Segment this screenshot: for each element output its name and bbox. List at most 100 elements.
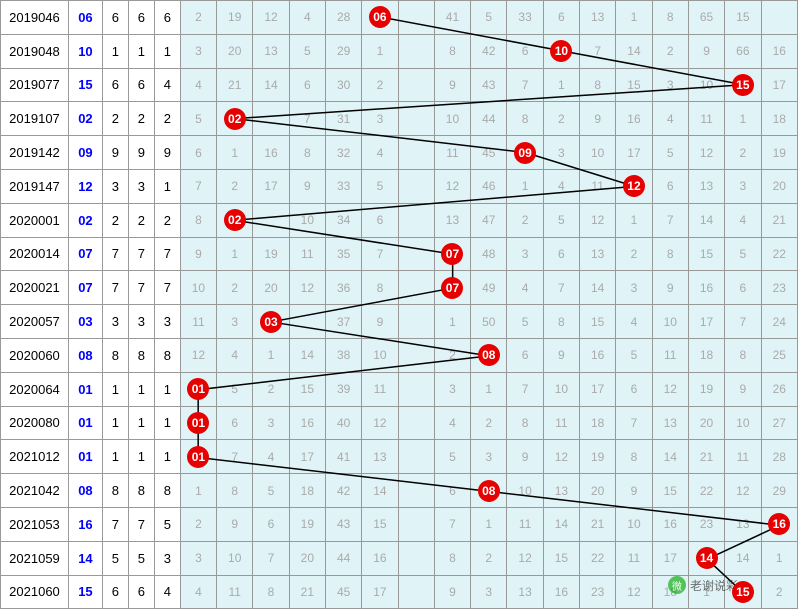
period-cell: 2019147 <box>1 169 69 203</box>
grid-cell: 15 <box>543 541 579 575</box>
grid-cell: 2 <box>616 237 652 271</box>
hit-ball: 03 <box>253 305 289 339</box>
period-cell: 2019048 <box>1 34 69 68</box>
grid-cell: 12 <box>725 474 761 508</box>
grid-cell: 43 <box>471 68 507 102</box>
grid-cell: 11 <box>616 541 652 575</box>
grid-cell: 15 <box>580 305 616 339</box>
stat-cell: 6 <box>102 575 128 609</box>
grid-cell: 26 <box>761 372 798 406</box>
main-number-cell: 02 <box>68 203 102 237</box>
table-row: 202105914553310720441682121522111714141 <box>1 541 798 575</box>
grid-cell: 16 <box>580 338 616 372</box>
table-row: 20200570333311303379150581541017724 <box>1 305 798 339</box>
grid-cell: 3 <box>616 271 652 305</box>
stat-cell: 1 <box>102 34 128 68</box>
main-number-cell: 16 <box>68 507 102 541</box>
grid-cell: 5 <box>180 102 216 136</box>
grid-cell: 20 <box>217 34 253 68</box>
stat-cell: 2 <box>154 203 180 237</box>
grid-cell: 13 <box>580 237 616 271</box>
table-row: 201914712331721793351246141112613320 <box>1 169 798 203</box>
grid-cell: 43 <box>325 507 361 541</box>
stat-cell: 4 <box>154 68 180 102</box>
period-cell: 2021059 <box>1 541 69 575</box>
hit-ball: 10 <box>543 34 579 68</box>
grid-cell: 12 <box>434 169 470 203</box>
grid-cell: 14 <box>725 541 761 575</box>
grid-cell <box>398 1 434 35</box>
grid-cell: 20 <box>688 406 724 440</box>
stat-cell: 1 <box>128 440 154 474</box>
grid-cell: 11 <box>180 305 216 339</box>
stat-cell: 8 <box>128 338 154 372</box>
grid-cell: 14 <box>253 68 289 102</box>
grid-cell: 8 <box>652 237 688 271</box>
stat-cell: 6 <box>154 1 180 35</box>
main-number-cell: 12 <box>68 169 102 203</box>
grid-cell: 41 <box>434 1 470 35</box>
stat-cell: 4 <box>154 575 180 609</box>
stat-cell: 9 <box>128 136 154 170</box>
grid-cell <box>761 1 798 35</box>
grid-cell: 33 <box>325 169 361 203</box>
period-cell: 2021053 <box>1 507 69 541</box>
grid-cell: 20 <box>253 271 289 305</box>
stat-cell: 2 <box>128 203 154 237</box>
hit-ball: 14 <box>688 541 724 575</box>
hit-ball: 08 <box>471 338 507 372</box>
grid-cell: 30 <box>325 68 361 102</box>
stat-cell: 1 <box>102 440 128 474</box>
stat-cell: 5 <box>154 507 180 541</box>
period-cell: 2020057 <box>1 305 69 339</box>
grid-cell: 8 <box>253 575 289 609</box>
grid-cell: 29 <box>325 34 361 68</box>
grid-cell: 23 <box>580 575 616 609</box>
stat-cell: 8 <box>154 338 180 372</box>
grid-cell: 7 <box>289 102 325 136</box>
grid-cell: 21 <box>688 440 724 474</box>
grid-cell: 7 <box>580 34 616 68</box>
grid-cell: 22 <box>688 474 724 508</box>
wechat-icon: 微 <box>668 576 686 594</box>
grid-cell <box>253 203 289 237</box>
stat-cell: 7 <box>102 237 128 271</box>
grid-cell: 29 <box>761 474 798 508</box>
main-number-cell: 14 <box>68 541 102 575</box>
grid-cell <box>398 338 434 372</box>
stat-cell: 3 <box>102 305 128 339</box>
main-number-cell: 01 <box>68 406 102 440</box>
grid-cell: 12 <box>507 541 543 575</box>
grid-cell: 17 <box>652 541 688 575</box>
grid-cell: 8 <box>434 541 470 575</box>
grid-cell: 6 <box>180 136 216 170</box>
grid-cell: 3 <box>180 541 216 575</box>
grid-cell: 44 <box>471 102 507 136</box>
grid-cell: 3 <box>180 34 216 68</box>
stat-cell: 6 <box>102 68 128 102</box>
grid-cell: 5 <box>217 372 253 406</box>
main-number-cell: 10 <box>68 34 102 68</box>
grid-cell: 14 <box>688 203 724 237</box>
stat-cell: 1 <box>128 406 154 440</box>
table-row: 202105316775296194315711114211016231316 <box>1 507 798 541</box>
grid-cell: 12 <box>580 203 616 237</box>
grid-cell: 8 <box>725 338 761 372</box>
period-cell: 2020014 <box>1 237 69 271</box>
grid-cell <box>398 406 434 440</box>
grid-cell: 15 <box>289 372 325 406</box>
stat-cell: 9 <box>154 136 180 170</box>
grid-cell: 4 <box>253 440 289 474</box>
stat-cell: 3 <box>128 305 154 339</box>
main-number-cell: 15 <box>68 575 102 609</box>
grid-cell: 23 <box>761 271 798 305</box>
period-cell: 2019046 <box>1 1 69 35</box>
grid-cell: 40 <box>325 406 361 440</box>
grid-cell: 19 <box>289 507 325 541</box>
grid-cell: 28 <box>761 440 798 474</box>
grid-cell: 2 <box>434 338 470 372</box>
stat-cell: 6 <box>128 1 154 35</box>
hit-ball: 07 <box>434 271 470 305</box>
grid-cell: 7 <box>616 406 652 440</box>
grid-cell: 39 <box>325 372 361 406</box>
